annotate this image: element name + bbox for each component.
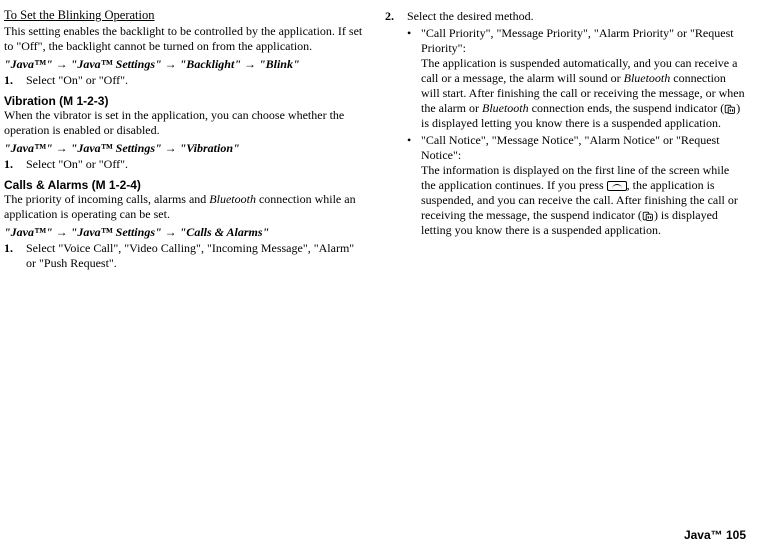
step-calls-1: 1. Select "Voice Call", "Video Calling",… — [4, 241, 365, 271]
suspend-indicator-icon — [724, 103, 736, 115]
step-text: Select the desired method. — [407, 9, 746, 24]
step-text: Select "On" or "Off". — [26, 157, 365, 172]
step-number: 2. — [385, 9, 407, 24]
priority-quotes: "Call Priority", "Message Priority", "Al… — [421, 26, 734, 55]
bluetooth-word: Bluetooth — [482, 101, 529, 115]
nav-vibration: "Java™" → "Java™ Settings" → "Vibration" — [4, 141, 365, 156]
left-column: To Set the Blinking Operation This setti… — [4, 8, 365, 273]
suspend-indicator-icon — [642, 210, 654, 222]
page-content: To Set the Blinking Operation This setti… — [0, 0, 768, 273]
bullet-dot: • — [407, 26, 421, 131]
step-text: Select "On" or "Off". — [26, 73, 365, 88]
bluetooth-word: Bluetooth — [209, 192, 256, 206]
heading-calls: Calls & Alarms (M 1-2-4) — [4, 178, 365, 192]
step-number: 1. — [4, 157, 26, 172]
bullet-dot: • — [407, 133, 421, 238]
body-calls: The priority of incoming calls, alarms a… — [4, 192, 365, 222]
right-column: 2. Select the desired method. • "Call Pr… — [385, 8, 746, 273]
step-method-2: 2. Select the desired method. — [385, 9, 746, 24]
body-calls-pre: The priority of incoming calls, alarms a… — [4, 192, 209, 206]
bullet-priority: • "Call Priority", "Message Priority", "… — [407, 26, 746, 131]
step-vibration-1: 1. Select "On" or "Off". — [4, 157, 365, 172]
bullet-text: "Call Priority", "Message Priority", "Al… — [421, 26, 746, 131]
heading-blink: To Set the Blinking Operation — [4, 8, 365, 24]
body-blink: This setting enables the backlight to be… — [4, 24, 365, 54]
bullet-text: "Call Notice", "Message Notice", "Alarm … — [421, 133, 746, 238]
step-blink-1: 1. Select "On" or "Off". — [4, 73, 365, 88]
heading-vibration: Vibration (M 1-2-3) — [4, 94, 365, 108]
step-number: 1. — [4, 73, 26, 88]
phone-key-icon — [607, 181, 627, 191]
nav-blink: "Java™" → "Java™ Settings" → "Backlight"… — [4, 57, 365, 72]
page-footer: Java™ 105 — [684, 528, 746, 542]
notice-quotes: "Call Notice", "Message Notice", "Alarm … — [421, 133, 720, 162]
nav-calls: "Java™" → "Java™ Settings" → "Calls & Al… — [4, 225, 365, 240]
bluetooth-word: Bluetooth — [624, 71, 671, 85]
bullet-notice: • "Call Notice", "Message Notice", "Alar… — [407, 133, 746, 238]
priority-line1c: connection ends, the suspend indicator ( — [529, 101, 725, 115]
step-text: Select "Voice Call", "Video Calling", "I… — [26, 241, 365, 271]
step-number: 1. — [4, 241, 26, 271]
body-vibration: When the vibrator is set in the applicat… — [4, 108, 365, 138]
